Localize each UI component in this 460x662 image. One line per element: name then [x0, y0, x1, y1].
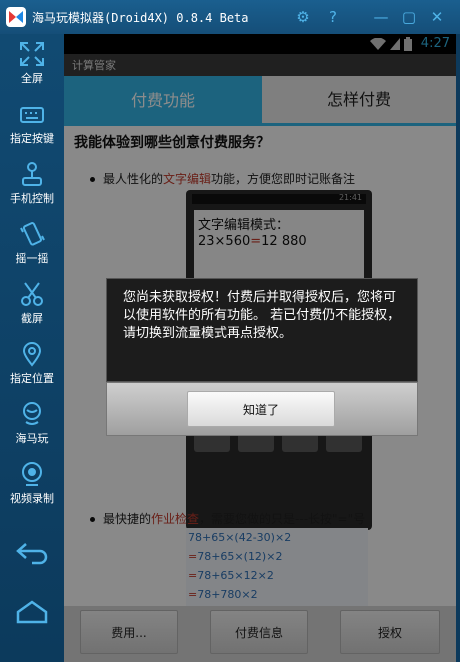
home-button[interactable]: [0, 594, 64, 634]
sidebar-item-keymap[interactable]: 指定按键: [0, 96, 64, 152]
seahorse-icon: [23, 402, 41, 425]
sidebar-item-fullscreen[interactable]: 全屏: [0, 36, 64, 92]
sidebar-item-label: 摇一摇: [15, 252, 49, 265]
sidebar-item-screenshot[interactable]: 截屏: [0, 276, 64, 332]
back-icon: [16, 543, 48, 565]
close-icon[interactable]: ✕: [428, 8, 446, 26]
sidebar-item-label: 指定按键: [10, 132, 54, 145]
shake-icon: [20, 222, 45, 246]
droid4x-logo-icon: [6, 7, 26, 27]
sidebar-item-label: 手机控制: [10, 192, 54, 205]
sidebar-item-label: 全屏: [21, 72, 43, 85]
settings-icon[interactable]: ⚙: [294, 8, 312, 26]
fullscreen-icon: [20, 42, 44, 66]
sidebar-item-label: 海马玩: [15, 432, 49, 445]
sidebar-item-label: 视频录制: [10, 492, 54, 505]
help-icon[interactable]: ?: [324, 8, 342, 26]
sidebar-item-haimawan[interactable]: 海马玩: [0, 396, 64, 452]
authorization-dialog: 您尚未获取授权！付费后并取得授权后，您将可以使用软件的所有功能。 若已付费仍不能…: [106, 278, 418, 436]
back-button[interactable]: [0, 534, 64, 574]
emulator-sidebar: 全屏 指定按键 手机控制 摇一摇 截屏 指定位置 海马玩 视频录制: [0, 34, 64, 662]
sidebar-item-phone-control[interactable]: 手机控制: [0, 156, 64, 212]
dialog-body: 您尚未获取授权！付费后并取得授权后，您将可以使用软件的所有功能。 若已付费仍不能…: [106, 278, 418, 382]
window-title-bar: 海马玩模拟器(Droid4X) 0.8.4 Beta ⚙ ? — ▢ ✕: [0, 0, 460, 34]
home-icon: [16, 600, 48, 624]
maximize-icon[interactable]: ▢: [400, 8, 418, 26]
minimize-icon[interactable]: —: [372, 8, 390, 26]
webcam-icon: [22, 462, 42, 486]
joystick-icon: [22, 162, 42, 186]
sidebar-item-label: 指定位置: [10, 372, 54, 385]
sidebar-item-video-record[interactable]: 视频录制: [0, 456, 64, 512]
location-icon: [22, 342, 42, 367]
sidebar-item-shake[interactable]: 摇一摇: [0, 216, 64, 272]
dialog-footer: 知道了: [106, 382, 418, 436]
window-title: 海马玩模拟器(Droid4X) 0.8.4 Beta: [32, 11, 249, 25]
sidebar-item-location[interactable]: 指定位置: [0, 336, 64, 392]
got-it-button[interactable]: 知道了: [187, 391, 335, 427]
android-screen: 4:27 计算管家 付费功能 怎样付费 我能体验到哪些创意付费服务？ 最人性化的…: [64, 34, 456, 662]
sidebar-item-label: 截屏: [21, 312, 43, 325]
keyboard-icon: [20, 107, 44, 123]
dialog-message: 您尚未获取授权！付费后并取得授权后，您将可以使用软件的所有功能。 若已付费仍不能…: [123, 290, 401, 341]
scissors-icon: [21, 282, 43, 306]
